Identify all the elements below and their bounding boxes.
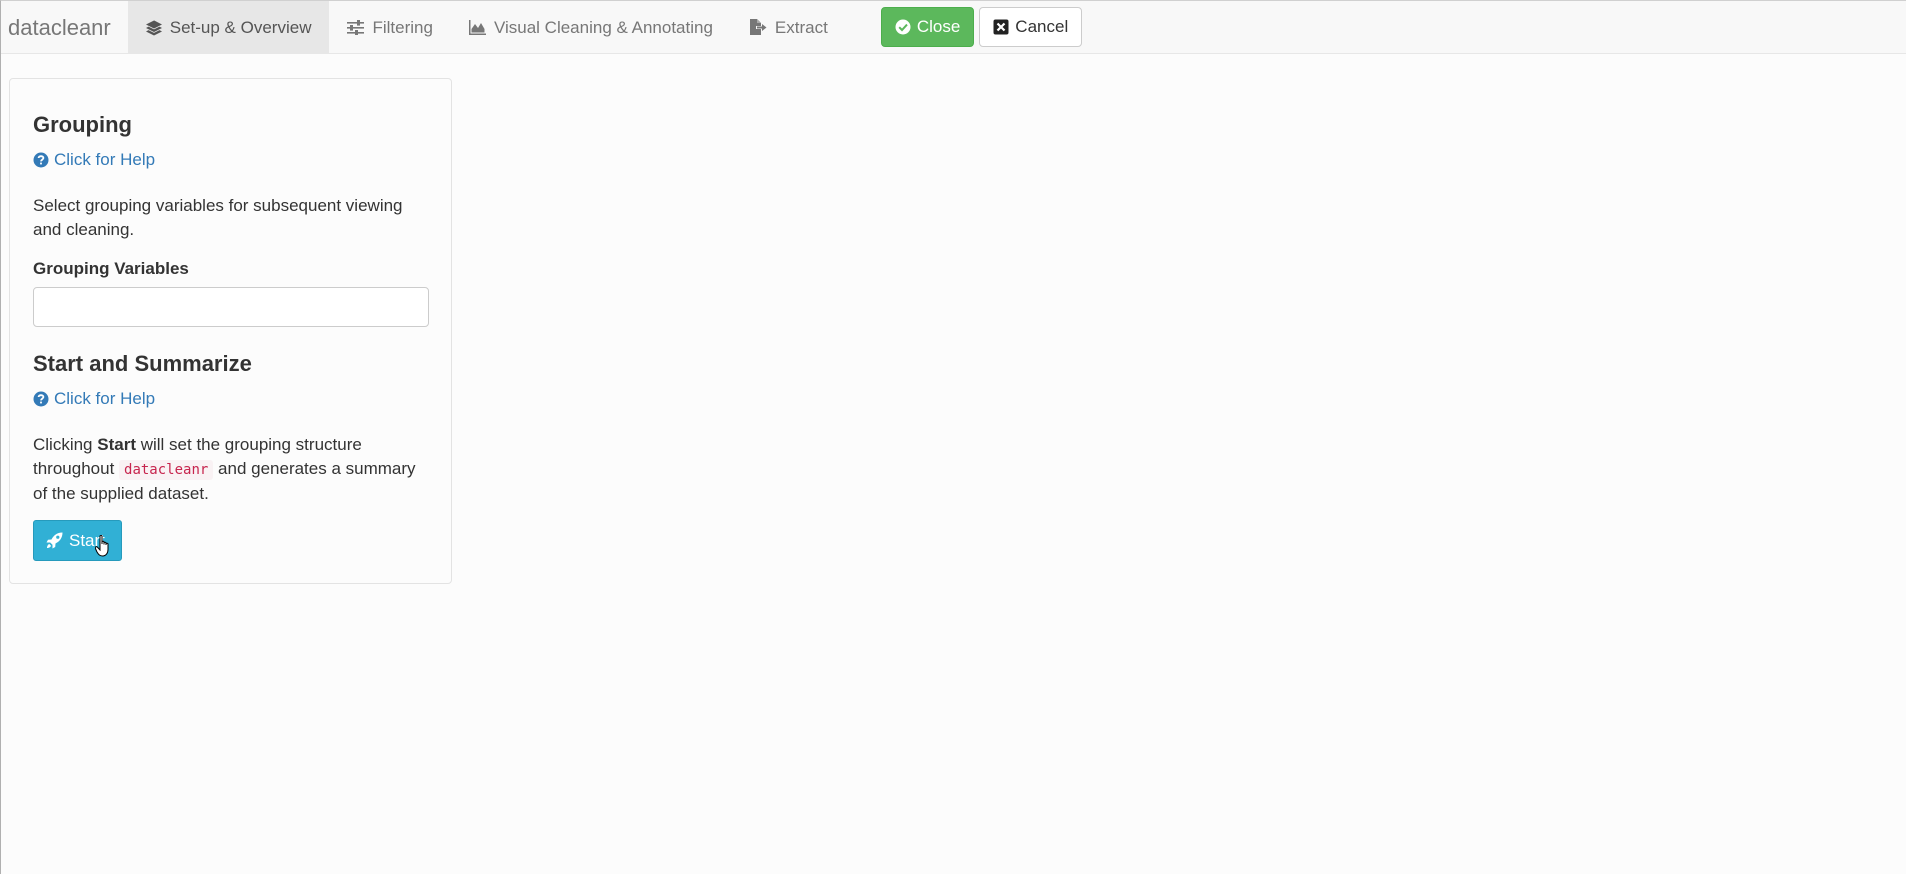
grouping-variables-label: Grouping Variables	[33, 259, 189, 278]
start-summarize-title: Start and Summarize	[33, 351, 252, 376]
start-help-link[interactable]: Click for Help	[33, 388, 155, 410]
tab-extract[interactable]: Extract	[731, 1, 846, 54]
hand-pointer-cursor-icon	[94, 534, 113, 562]
top-navbar: datacleanr Set-up & Overview Filtering V…	[1, 1, 1906, 54]
file-export-icon	[749, 19, 767, 36]
check-circle-icon	[895, 19, 911, 35]
grouping-description: Select grouping variables for subsequent…	[33, 196, 403, 239]
close-button[interactable]: Close	[880, 7, 975, 47]
package-name-code: datacleanr	[119, 460, 214, 480]
cancel-button[interactable]: Cancel	[979, 7, 1083, 47]
question-circle-icon	[33, 152, 49, 168]
grouping-title: Grouping	[33, 112, 132, 137]
grouping-help-link[interactable]: Click for Help	[33, 149, 155, 171]
grouping-variables-input[interactable]	[33, 287, 429, 327]
close-button-label: Close	[916, 17, 961, 36]
area-chart-icon	[468, 20, 486, 35]
tab-filtering[interactable]: Filtering	[329, 1, 450, 54]
help-link-label: Click for Help	[54, 389, 156, 408]
start-desc-bold: Start	[97, 435, 136, 454]
tab-label: Visual Cleaning & Annotating	[493, 17, 713, 37]
tab-label: Set-up & Overview	[169, 17, 312, 37]
rocket-icon	[46, 532, 63, 549]
brand-title[interactable]: datacleanr	[1, 1, 128, 54]
tab-label: Filtering	[372, 17, 433, 37]
tab-label: Extract	[774, 17, 828, 37]
tab-visual-cleaning[interactable]: Visual Cleaning & Annotating	[451, 1, 731, 54]
start-description: Clicking Start will set the grouping str…	[33, 433, 433, 506]
question-circle-icon	[33, 391, 49, 407]
sliders-icon	[347, 20, 365, 35]
setup-panel: Grouping Click for Help Select grouping …	[9, 78, 452, 584]
cancel-button-label: Cancel	[1015, 17, 1069, 36]
start-desc-text: Clicking	[33, 435, 98, 454]
help-link-label: Click for Help	[54, 150, 156, 169]
start-button[interactable]: Start	[33, 520, 122, 561]
action-buttons: Close Cancel	[880, 1, 1083, 53]
close-square-icon	[993, 19, 1009, 35]
tab-setup-overview[interactable]: Set-up & Overview	[127, 1, 330, 54]
layers-icon	[145, 19, 162, 36]
